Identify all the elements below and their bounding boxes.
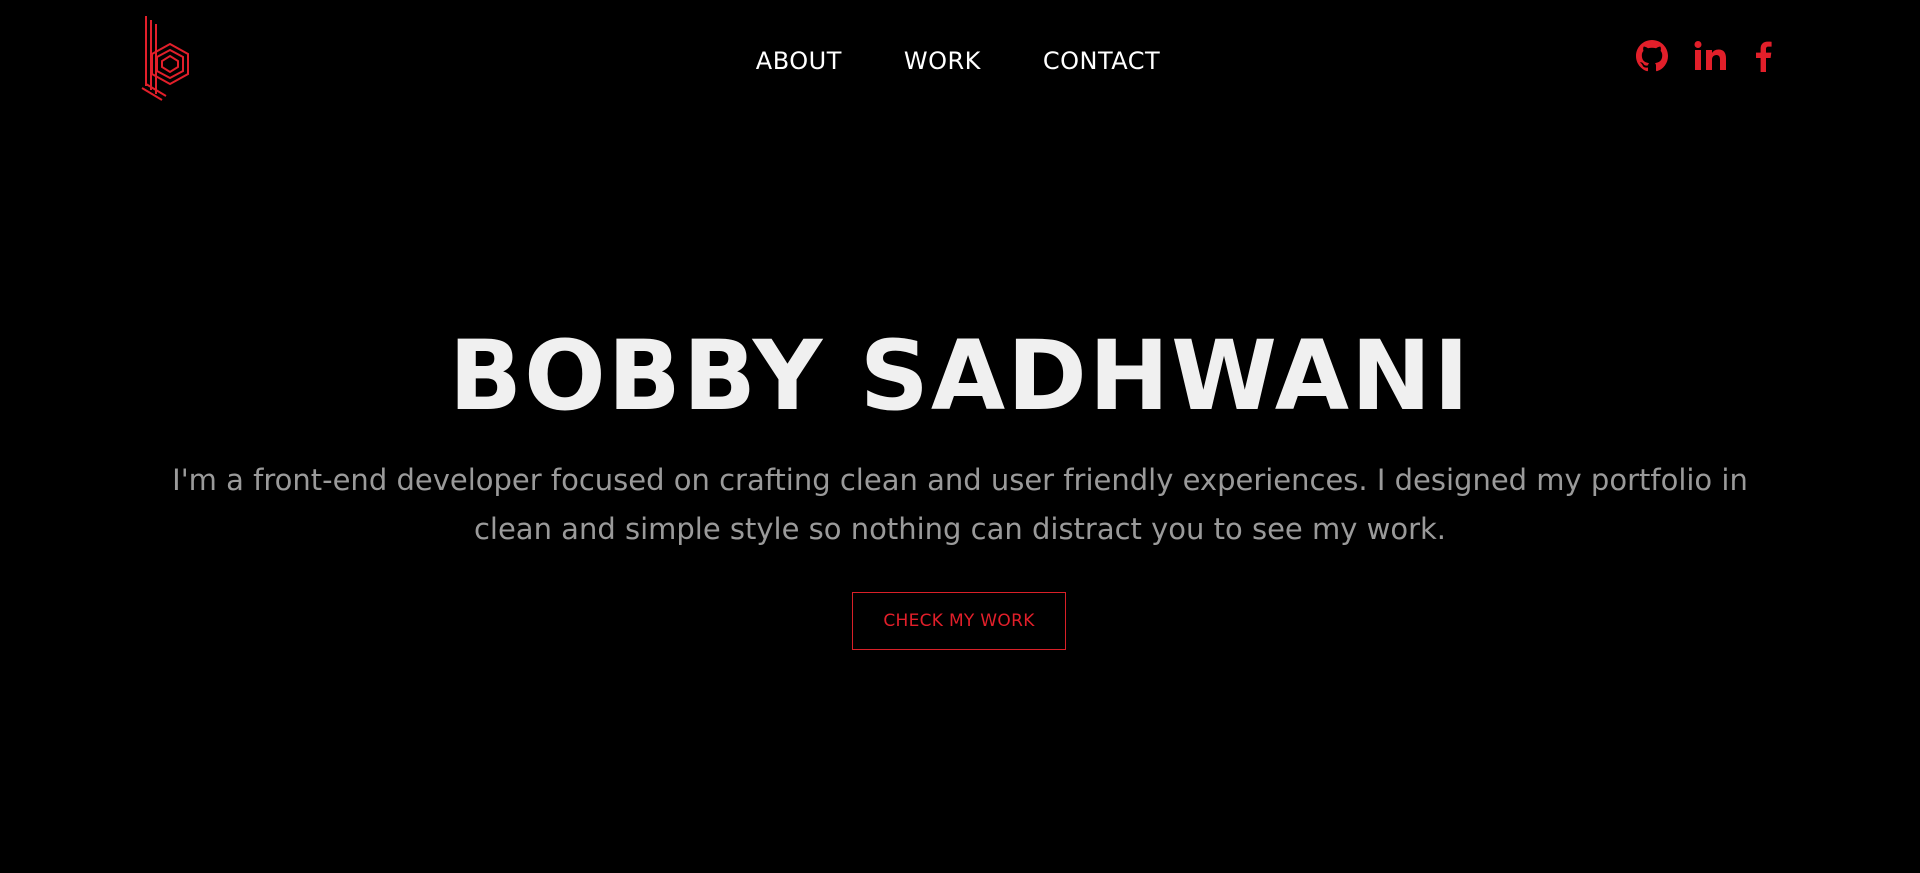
social-links: [1636, 40, 1772, 72]
main-nav-links: ABOUT WORK CONTACT: [756, 44, 1160, 78]
main-nav: ABOUT WORK CONTACT: [0, 44, 1920, 78]
linkedin-icon[interactable]: [1694, 41, 1728, 71]
check-my-work-button[interactable]: CHECK MY WORK: [852, 592, 1066, 650]
nav-link-work[interactable]: WORK: [904, 44, 981, 78]
hero-description: I'm a front-end developer focused on cra…: [172, 463, 1748, 546]
page: ABOUT WORK CONTACT BOBBY SADHWANI I'm a …: [0, 0, 1920, 873]
nav-link-about[interactable]: ABOUT: [756, 44, 842, 78]
nav-link-contact[interactable]: CONTACT: [1043, 44, 1160, 78]
facebook-icon[interactable]: [1754, 40, 1772, 72]
hero-title: BOBBY SADHWANI: [448, 320, 1472, 432]
github-icon[interactable]: [1636, 40, 1668, 72]
